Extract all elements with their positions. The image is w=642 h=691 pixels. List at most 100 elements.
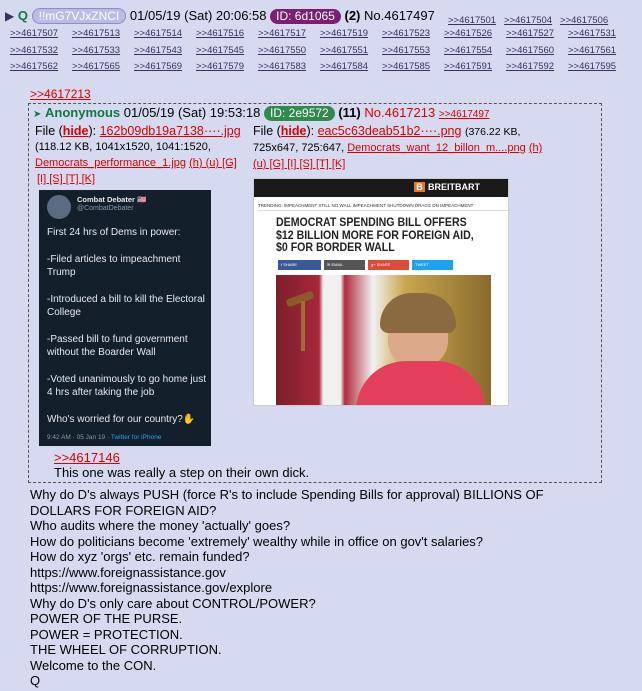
backlink[interactable]: >>4617531 <box>568 28 616 39</box>
quoted-post: ➤ Anonymous 01/05/19 (Sat) 19:53:18 ID: … <box>28 103 602 483</box>
backlink[interactable]: >>4617554 <box>444 45 492 56</box>
backlink[interactable]: >>4617561 <box>568 45 616 56</box>
article-trending-nav: TRENDING: IMPEACHMENT STILL NO WALL IMPE… <box>258 203 508 211</box>
backlink[interactable]: >>4617523 <box>382 28 430 39</box>
share-gplus-button[interactable]: g+ SHARE <box>368 260 409 270</box>
backlink[interactable]: >>4617519 <box>320 28 368 39</box>
gavel-icon <box>285 290 315 308</box>
op-id-badge[interactable]: ID: 6d1065 <box>270 9 341 24</box>
backlink[interactable]: >>4617526 <box>444 28 492 39</box>
backlink[interactable]: >>4617579 <box>196 61 244 72</box>
backlink[interactable]: >>4617517 <box>258 28 306 39</box>
body-line: How do xyz 'orgs' etc. remain funded? <box>30 549 250 564</box>
backlink[interactable]: >>4617501 <box>448 15 496 26</box>
file1-filename-link[interactable]: 162b09db19a7138····.jpg <box>100 124 241 138</box>
backlink[interactable]: >>4617504 <box>504 15 552 26</box>
backlink[interactable]: >>4617584 <box>320 61 368 72</box>
article-image[interactable]: B BREITBART TRENDING: IMPEACHMENT STILL N… <box>253 178 509 406</box>
backlink[interactable]: >>4617506 <box>560 15 608 26</box>
brand-logo: B BREITBART <box>414 182 480 192</box>
tweet-text: First 24 hrs of Dems in power: -Filed ar… <box>47 226 207 426</box>
tweet-app: Twitter for iPhone <box>110 434 162 441</box>
file2-hide-link[interactable]: hide <box>281 124 307 138</box>
reply-post-number[interactable]: No.4617213 <box>364 105 435 120</box>
post-menu-arrow-icon[interactable]: ➤ <box>33 109 41 120</box>
backlink[interactable]: >>4617543 <box>134 45 182 56</box>
file1-hide-link[interactable]: hide <box>63 124 89 138</box>
tweet-image[interactable]: Combat Debater 🇺🇸 @CombatDebater First 2… <box>39 190 211 446</box>
body-line: Why do D's always PUSH (force R's to inc… <box>30 487 544 502</box>
body-line: DOLLARS FOR FOREIGN AID? <box>30 502 217 518</box>
file1-search-links[interactable]: [I] [S] [T] [K] <box>37 173 95 185</box>
body-line: Welcome to the CON. <box>30 657 157 673</box>
backlink[interactable]: >>4617516 <box>196 28 244 39</box>
tweet-line: Who's worried for our country?✋ <box>47 413 196 425</box>
body-url-line[interactable]: https://www.foreignassistance.gov <box>30 565 630 581</box>
file2-info: File (hide): eac5c63deab51b2····.png (37… <box>253 123 553 172</box>
backlink[interactable]: >>4617550 <box>258 45 306 56</box>
tweet-line: -Voted unanimously to go home just 4 hrs… <box>47 373 206 399</box>
file1-info: File (hide): 162b09db19a7138····.jpg (11… <box>35 123 250 187</box>
file2-original-name[interactable]: Democrats_want_12_billon_m....png <box>347 142 526 154</box>
share-buttons: f SHARE ✉ EMAIL g+ SHARE TWEET <box>278 260 453 270</box>
tweet-line: -Passed bill to fund government without … <box>47 333 188 359</box>
backlink[interactable]: >>4617565 <box>72 61 120 72</box>
backlink[interactable]: >>4617562 <box>10 61 58 72</box>
quote-link[interactable]: >>4617213 <box>30 87 91 101</box>
breitbart-b-icon: B <box>414 182 425 192</box>
article-headline: DEMOCRAT SPENDING BILL OFFERS $12 BILLIO… <box>276 217 474 254</box>
backlink[interactable]: >>4617592 <box>506 61 554 72</box>
tweet-line: -Introduced a bill to kill the Electoral… <box>47 293 205 319</box>
body-url-line[interactable]: https://www.foreignassistance.gov/explor… <box>30 580 630 596</box>
backlink[interactable]: >>4617533 <box>72 45 120 56</box>
op-post-date: 01/05/19 (Sat) 20:06:58 <box>129 8 267 23</box>
backlink[interactable]: >>4617553 <box>382 45 430 56</box>
tweet-footer: 9:42 AM · 05 Jan 19 · Twitter for iPhone <box>47 434 161 441</box>
backlink[interactable]: >>4617551 <box>320 45 368 56</box>
file2-filename-link[interactable]: eac5c63deab51b2····.png <box>318 124 462 138</box>
op-tripcode: !!mG7VJxZNCI <box>31 8 127 24</box>
file1-meta: (118.12 KB, 1041x1520, 1041:1520, <box>35 141 211 153</box>
quote-link-top: >>4617213 <box>30 87 91 101</box>
backlink[interactable]: >>4617585 <box>382 61 430 72</box>
reply-backlink[interactable]: >>4617497 <box>439 109 490 120</box>
backlink[interactable]: >>4617545 <box>196 45 244 56</box>
backlink[interactable]: >>4617532 <box>10 45 58 56</box>
article-photo <box>276 275 491 405</box>
body-line: How do politicians become 'extremely' we… <box>30 533 484 549</box>
share-facebook-button[interactable]: f SHARE <box>278 260 321 270</box>
file2-tool-links[interactable]: (u) [G] [I] [S] [T] [K] <box>253 158 345 170</box>
file1-label-close: ): <box>88 124 97 138</box>
file2-meta-size: (376.22 KB, <box>464 126 521 138</box>
share-twitter-button[interactable]: TWEET <box>412 260 453 270</box>
file2-label-close: ): <box>306 124 315 138</box>
portrait-hair <box>380 293 456 333</box>
share-email-button[interactable]: ✉ EMAIL <box>324 260 365 270</box>
file1-label: File ( <box>35 124 63 138</box>
op-post-body: Why do D's always PUSH (force R's to inc… <box>30 487 630 689</box>
op-backlinks: >>4617501 >>4617504 >>4617506 >>4617507 >… <box>10 15 630 76</box>
body-line: Why do D's only care about CONTROL/POWER… <box>30 595 316 611</box>
file2-label: File ( <box>253 124 281 138</box>
tweet-line: First 24 hrs of Dems in power: <box>47 227 181 238</box>
file2-meta-dims: 725x647, 725:647, <box>253 142 345 154</box>
backlink[interactable]: >>4617527 <box>506 28 554 39</box>
backlink[interactable]: >>4617560 <box>506 45 554 56</box>
reply-quote-link[interactable]: >>4617146 <box>54 450 120 465</box>
backlink[interactable]: >>4617513 <box>72 28 120 39</box>
backlink[interactable]: >>4617514 <box>134 28 182 39</box>
body-line: POWER = PROTECTION. <box>30 626 183 642</box>
reply-id-badge[interactable]: ID: 2e9572 <box>264 106 335 121</box>
reply-text: This one was really a step on their own … <box>54 465 310 480</box>
tweet-timestamp: 9:42 AM · 05 Jan 19 · <box>47 434 111 441</box>
op-post-number[interactable]: No.4617497 <box>364 8 435 23</box>
gavel-handle <box>301 301 305 351</box>
backlink[interactable]: >>4617583 <box>258 61 306 72</box>
avatar <box>47 195 71 219</box>
backlink[interactable]: >>4617591 <box>444 61 492 72</box>
backlink[interactable]: >>4617507 <box>10 28 58 39</box>
backlink[interactable]: >>4617569 <box>134 61 182 72</box>
backlink[interactable]: >>4617595 <box>568 61 616 72</box>
post-menu-arrow-icon[interactable]: ▶ <box>5 9 14 23</box>
file2-h-link[interactable]: (h) <box>529 142 542 154</box>
